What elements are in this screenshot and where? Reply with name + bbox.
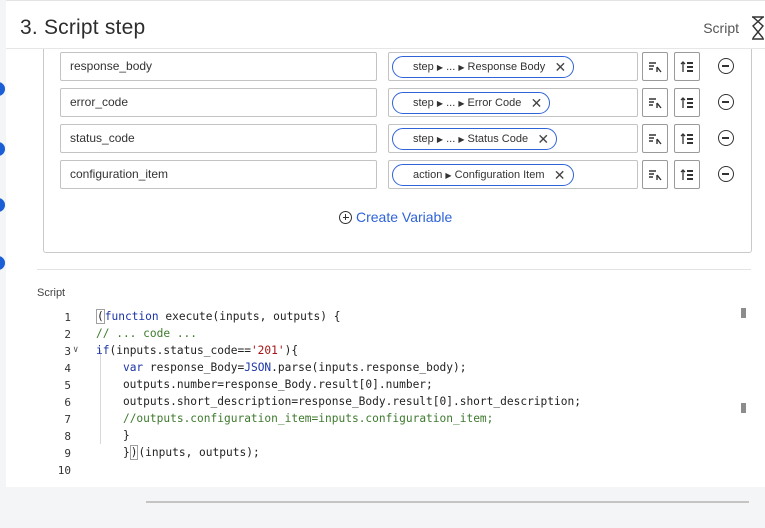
data-pill[interactable]: step ▶ ... ▶ Status Code ✕ — [392, 128, 558, 150]
line-number: 5 — [64, 379, 71, 392]
editor-gutter: 1 2 3 ∨ 4 5 6 7 8 9 10 — [37, 306, 85, 484]
remove-pill-icon[interactable]: ✕ — [554, 57, 566, 77]
pill-root: step — [413, 97, 434, 109]
data-pill-picker-button[interactable] — [642, 88, 668, 117]
sort-icon — [680, 132, 693, 144]
sort-icon — [680, 60, 693, 72]
code-line: (function execute(inputs, outputs) { — [96, 309, 341, 324]
data-pill-picker-button[interactable] — [642, 52, 668, 81]
variable-name-input[interactable]: error_code — [60, 88, 377, 117]
create-variable-label: Create Variable — [356, 209, 453, 225]
data-pill[interactable]: action ▶ Configuration Item ✕ — [392, 164, 574, 186]
script-editor[interactable]: 1 2 3 ∨ 4 5 6 7 8 9 10 (function execute… — [37, 306, 751, 484]
remove-variable-icon[interactable] — [718, 58, 734, 74]
pill-leaf: Configuration Item — [454, 169, 545, 181]
remove-pill-icon[interactable]: ✕ — [531, 93, 543, 113]
variable-value-field[interactable]: step ▶ ... ▶ Response Body ✕ — [388, 52, 638, 81]
line-number: 9 — [64, 447, 71, 460]
step-connector-dot — [0, 256, 5, 270]
plus-circle-icon — [339, 210, 352, 224]
pill-separator-icon: ▶ — [436, 99, 444, 108]
scroll-marker — [741, 308, 746, 318]
pill-root: step — [413, 133, 434, 145]
pill-root: step — [413, 61, 434, 73]
code-line: var response_Body=JSON.parse(inputs.resp… — [122, 361, 467, 374]
pill-ellipsis: ... — [446, 97, 456, 109]
remove-pill-icon[interactable]: ✕ — [554, 165, 566, 185]
remove-variable-icon[interactable] — [718, 94, 734, 110]
variable-name-input[interactable]: configuration_item — [60, 160, 377, 189]
pill-picker-icon — [649, 133, 662, 144]
variable-name-input[interactable]: response_body — [60, 52, 377, 81]
sort-icon — [680, 96, 693, 108]
pill-picker-icon — [649, 61, 662, 72]
sort-icon — [680, 168, 693, 180]
data-pill[interactable]: step ▶ ... ▶ Response Body ✕ — [392, 56, 575, 78]
sort-button[interactable] — [674, 160, 700, 189]
code-line: //outputs.configuration_item=inputs.conf… — [122, 412, 494, 425]
step-connector-dot — [0, 82, 5, 96]
data-pill-picker-button[interactable] — [642, 160, 668, 189]
section-divider — [37, 269, 751, 270]
step-type-label: Script — [703, 20, 739, 36]
pill-leaf: Status Code — [467, 133, 529, 145]
horizontal-scrollbar[interactable] — [146, 501, 749, 503]
code-line: // ... code ... — [96, 327, 198, 340]
editor-scrollbar[interactable] — [741, 308, 747, 476]
line-number: 8 — [64, 430, 71, 443]
pill-separator-icon: ▶ — [436, 135, 444, 144]
hourglass-icon[interactable] — [751, 16, 765, 40]
line-number: 7 — [64, 413, 71, 426]
data-pill-picker-button[interactable] — [642, 124, 668, 153]
pill-separator-icon: ▶ — [458, 99, 465, 108]
pill-leaf: Response Body — [467, 61, 546, 73]
line-number: 10 — [57, 464, 71, 477]
variable-row: configuration_item action ▶ Configuratio… — [60, 160, 740, 190]
step-connector-dot — [0, 198, 5, 212]
code-line: outputs.number=response_Body.result[0].n… — [96, 378, 433, 391]
line-number: 1 — [64, 311, 71, 324]
variable-name-input[interactable]: status_code — [60, 124, 377, 153]
pill-root: action — [413, 169, 443, 181]
pill-leaf: Error Code — [467, 97, 522, 109]
sort-button[interactable] — [674, 88, 700, 117]
data-pill[interactable]: step ▶ ... ▶ Error Code ✕ — [392, 92, 551, 114]
step-header: 3. Script step Script — [6, 3, 765, 49]
line-number: 2 — [64, 328, 71, 341]
remove-variable-icon[interactable] — [718, 166, 734, 182]
script-step-panel: 3. Script step Script response_body step… — [6, 0, 765, 487]
create-variable-button[interactable]: Create Variable — [339, 209, 452, 225]
script-label: Script — [37, 287, 66, 299]
variable-row: status_code step ▶ ... ▶ Status Code ✕ — [60, 124, 740, 154]
pill-picker-icon — [649, 97, 662, 108]
code-line: outputs.short_description=response_Body.… — [96, 395, 581, 408]
remove-variable-icon[interactable] — [718, 130, 734, 146]
code-line: })(inputs, outputs); — [96, 445, 260, 460]
step-title: 3. Script step — [20, 16, 146, 39]
variable-row: response_body step ▶ ... ▶ Response Body… — [60, 52, 740, 82]
code-line: if(inputs.status_code=='201'){ — [96, 344, 299, 357]
pill-ellipsis: ... — [446, 61, 456, 73]
fold-chevron-icon[interactable]: ∨ — [73, 345, 78, 355]
variable-value-field[interactable]: step ▶ ... ▶ Status Code ✕ — [388, 124, 638, 153]
code-line: } — [96, 429, 130, 442]
line-number: 6 — [64, 396, 71, 409]
remove-pill-icon[interactable]: ✕ — [537, 129, 549, 149]
pill-picker-icon — [649, 169, 662, 180]
pill-ellipsis: ... — [446, 133, 456, 145]
variable-row: error_code step ▶ ... ▶ Error Code ✕ — [60, 88, 740, 118]
pill-separator-icon: ▶ — [458, 63, 465, 72]
variable-value-field[interactable]: action ▶ Configuration Item ✕ — [388, 160, 638, 189]
step-connector-dot — [0, 142, 5, 156]
output-variables-box: response_body step ▶ ... ▶ Response Body… — [43, 49, 752, 253]
variable-value-field[interactable]: step ▶ ... ▶ Error Code ✕ — [388, 88, 638, 117]
pill-separator-icon: ▶ — [436, 63, 444, 72]
scroll-marker — [741, 403, 746, 413]
line-number: 4 — [64, 362, 71, 375]
pill-separator-icon: ▶ — [445, 171, 452, 180]
sort-button[interactable] — [674, 52, 700, 81]
line-number: 3 — [64, 345, 71, 358]
sort-button[interactable] — [674, 124, 700, 153]
pill-separator-icon: ▶ — [458, 135, 465, 144]
